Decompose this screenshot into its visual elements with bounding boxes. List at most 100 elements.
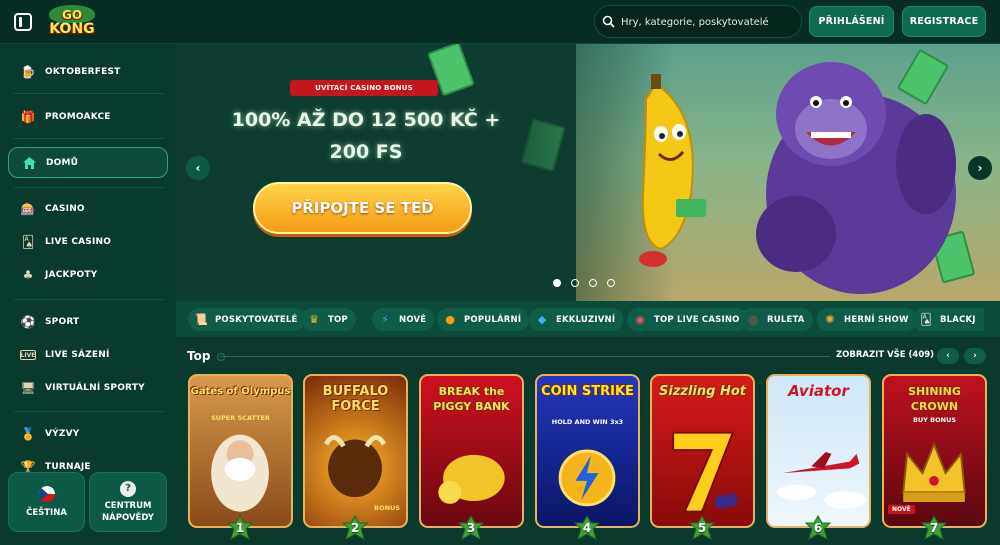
cards-icon: 🂡 <box>920 312 932 326</box>
diamond-icon: ◆ <box>537 312 547 326</box>
sidebar-item-domu[interactable]: DOMŮ <box>8 147 168 178</box>
game-card[interactable]: Sizzling Hot <box>650 374 755 528</box>
chip-poskytovatele[interactable]: 📜 POSKYTOVATELÉ <box>188 308 306 331</box>
search-input[interactable] <box>621 12 796 32</box>
sidebar-item-vyzvy[interactable]: 🏅 VÝZVY <box>8 419 168 449</box>
chip-top[interactable]: ♛ TOP <box>301 308 356 331</box>
menu-toggle-icon[interactable] <box>14 13 32 31</box>
carousel-prev-button[interactable]: ‹ <box>937 348 959 364</box>
rank-badge: 1 <box>227 515 253 541</box>
home-icon <box>21 155 37 171</box>
sidebar-divider <box>14 93 164 94</box>
game-card[interactable]: Aviator <box>766 374 871 528</box>
game-title: Sizzling Hot <box>659 384 746 399</box>
sidebar-item-label: SPORT <box>45 317 80 327</box>
sidebar-item-jackpoty[interactable]: ♣ JACKPOTY <box>8 260 168 290</box>
rank-number: 4 <box>582 521 592 535</box>
czech-flag-icon <box>38 485 55 502</box>
beer-mug-icon: 🍺 <box>20 65 36 79</box>
search-box[interactable] <box>594 5 802 38</box>
chip-label: HERNÍ SHOW <box>844 314 909 325</box>
clover-icon: ♣ <box>22 268 34 282</box>
sidebar-item-live-casino[interactable]: 🂡 LIVE CASINO <box>8 227 168 257</box>
sidebar-item-label: DOMŮ <box>46 157 79 168</box>
sidebar-item-oktoberfest[interactable]: 🍺 OKTOBERFEST <box>8 57 168 87</box>
pagination-dot[interactable] <box>589 279 597 287</box>
gift-icon: 🎁 <box>20 110 36 124</box>
sidebar-item-label: VÝZVY <box>45 429 80 439</box>
scroll-icon: 📜 <box>194 312 208 326</box>
pagination-dot[interactable] <box>607 279 615 287</box>
game-card[interactable]: COIN STRIKE HOLD AND WIN 3x3 <box>535 374 640 528</box>
game-card[interactable]: BUFFALO FORCE BONUS <box>303 374 408 528</box>
help-center-button[interactable]: ? CENTRUM NÁPOVĚDY <box>89 472 167 532</box>
rank-number: 1 <box>235 521 245 535</box>
sidebar-item-sport[interactable]: ⚽ SPORT <box>8 307 168 337</box>
lightning-icon: ⚡ <box>381 312 389 326</box>
category-chips: 📜 POSKYTOVATELÉ ♛ TOP ⚡ NOVÉ ● POPULÁRNÍ… <box>176 301 1000 337</box>
search-icon <box>602 15 615 28</box>
hero-prev-button[interactable]: ‹ <box>186 156 210 180</box>
chip-label: EKKLUZIVNÍ <box>556 314 616 325</box>
pagination-dot-active[interactable] <box>553 279 561 287</box>
chip-label: POSKYTOVATELÉ <box>215 314 298 325</box>
monitor-icon: 🖥 <box>20 381 36 395</box>
live-icon: LIVE <box>20 350 36 360</box>
sidebar-item-live-sazeni[interactable]: LIVE LIVE SÁZENÍ <box>8 340 168 370</box>
carousel-next-button[interactable]: › <box>964 348 986 364</box>
login-button[interactable]: PŘIHLÁŠENÍ <box>809 6 894 37</box>
chip-herni-show[interactable]: ✺ HERNÍ SHOW <box>817 308 917 331</box>
game-title: SHINING CROWN <box>908 385 961 413</box>
chip-popularni[interactable]: ● POPULÁRNÍ <box>437 308 530 331</box>
pagination-dot[interactable] <box>571 279 579 287</box>
sidebar-item-label: PROMOAKCE <box>45 112 111 122</box>
chip-label: TOP <box>328 314 348 325</box>
sidebar-item-label: CASINO <box>45 204 85 214</box>
game-card[interactable]: SHINING CROWN BUY BONUS NOVÉ <box>882 374 987 528</box>
rank-badge: 6 <box>805 515 831 541</box>
game-title: BREAK the PIGGY BANK <box>433 385 510 413</box>
wheel-icon: ✺ <box>825 312 835 326</box>
sidebar-item-label: LIVE CASINO <box>45 237 112 247</box>
game-card[interactable]: BREAK the PIGGY BANK <box>419 374 524 528</box>
gorilla-mascot-icon <box>756 62 956 294</box>
chip-icon: ◉ <box>635 312 645 326</box>
show-all-link[interactable]: ZOBRAZIT VŠE (409) <box>836 350 934 360</box>
chip-ruleta[interactable]: ◎ RULETA <box>740 308 813 331</box>
rank-badge: 2 <box>342 515 368 541</box>
chip-blackjack[interactable]: 🂡 BLACKJ <box>913 308 984 331</box>
game-title: Gates of Olympus <box>190 386 291 397</box>
chip-exkluzivni[interactable]: ◆ EKKLUZIVNÍ <box>529 308 624 331</box>
join-now-button[interactable]: PŘIPOJTE SE TEĎ <box>253 182 472 234</box>
logo-text-kong: KONG <box>49 21 95 37</box>
section-title: Top <box>187 349 211 363</box>
register-button[interactable]: REGISTRACE <box>902 6 986 37</box>
hero-next-button[interactable]: › <box>968 156 992 180</box>
rank-number: 2 <box>350 521 360 535</box>
hero-title-line1: 100% AŽ DO 12 500 KČ + <box>231 109 501 131</box>
chip-top-live-casino[interactable]: ◉ TOP LIVE CASINO <box>627 308 748 331</box>
rank-badge: 4 <box>574 515 600 541</box>
chevron-left-icon: ‹ <box>946 351 950 361</box>
rank-number: 3 <box>466 521 476 535</box>
chip-nove[interactable]: ⚡ NOVÉ <box>372 308 435 331</box>
rank-number: 7 <box>929 521 939 535</box>
roulette-icon: ◎ <box>748 312 758 326</box>
rank-number: 6 <box>813 521 823 535</box>
game-card[interactable]: Gates of Olympus SUPER SCATTER <box>188 374 293 528</box>
sidebar-item-casino[interactable]: 🎰 CASINO <box>8 194 168 224</box>
sidebar-item-label: VIRTUÁLNÍ SPORTY <box>45 383 145 393</box>
logo[interactable]: GO KONG <box>47 3 97 41</box>
sidebar-item-promoakce[interactable]: 🎁 PROMOAKCE <box>8 102 168 132</box>
game-title: BUFFALO FORCE <box>322 384 389 414</box>
hero-banner[interactable]: UVÍTACÍ CASINO BONUS 100% AŽ DO 12 500 K… <box>176 44 1000 301</box>
sidebar-item-virtualni-sporty[interactable]: 🖥 VIRTUÁLNÍ SPORTY <box>8 373 168 403</box>
game-subtitle: BUY BONUS <box>912 416 957 424</box>
game-subtitle: BONUS <box>374 504 400 512</box>
game-title: COIN STRIKE <box>541 384 634 399</box>
game-subtitle: HOLD AND WIN 3x3 <box>551 418 624 426</box>
crown-icon: ♛ <box>309 312 319 326</box>
game-title: Aviator <box>788 382 849 400</box>
language-button[interactable]: ČEŠTINA <box>8 472 85 532</box>
rank-badge: 3 <box>458 515 484 541</box>
